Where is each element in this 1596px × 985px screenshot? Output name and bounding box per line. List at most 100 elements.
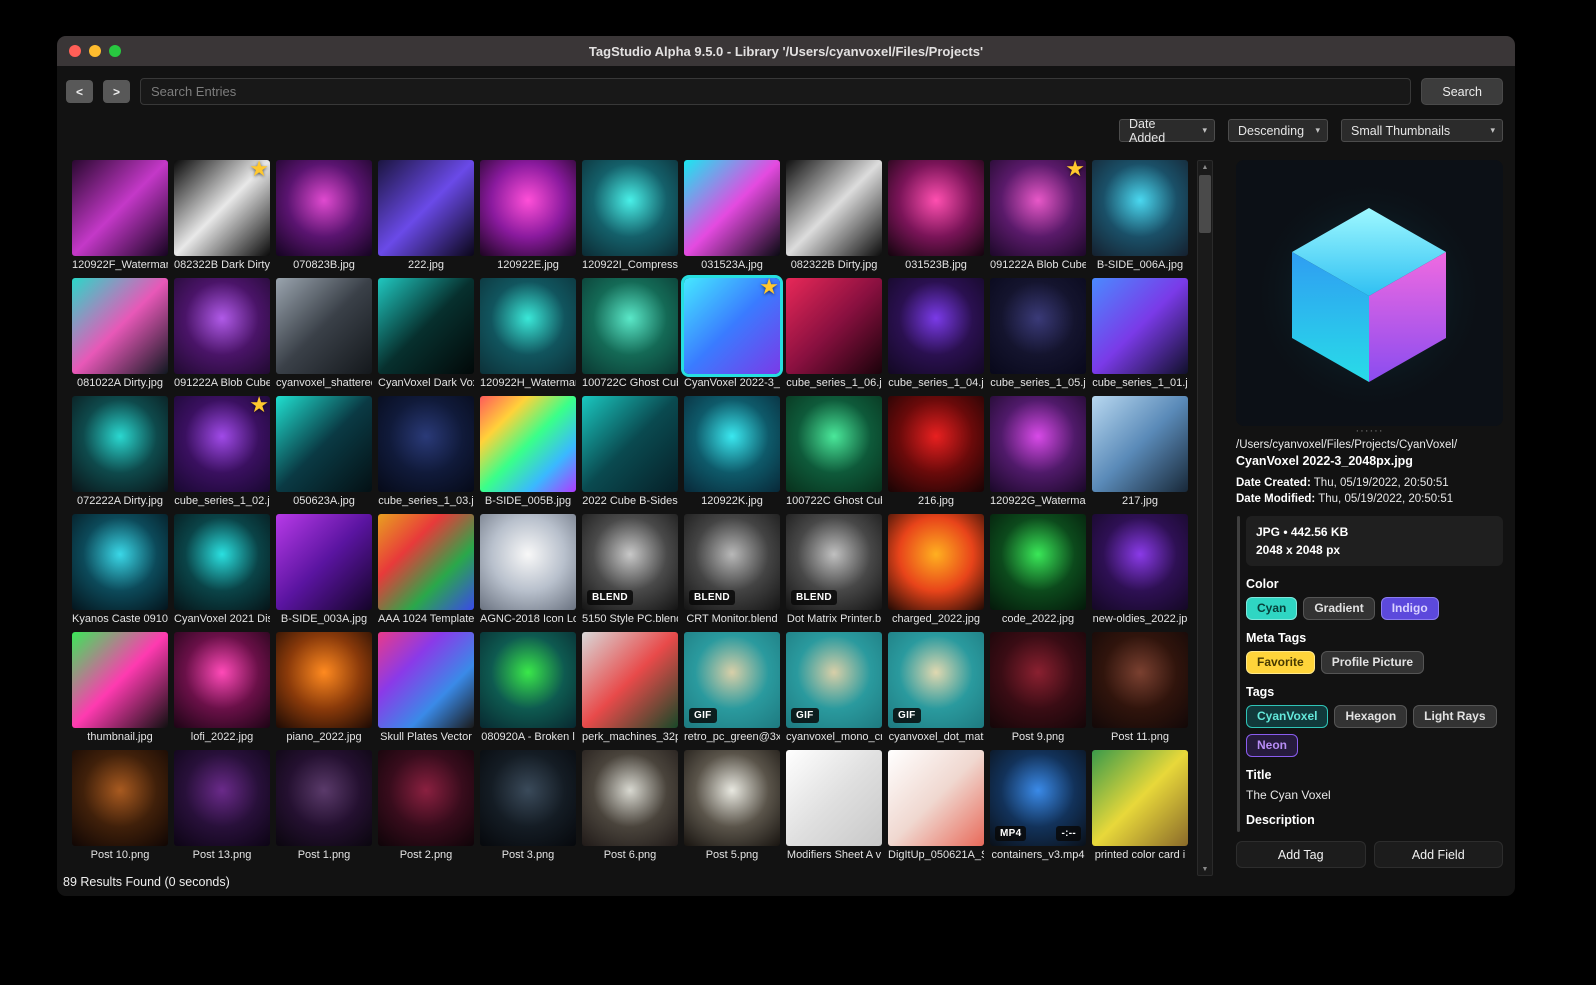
thumbnail-cell[interactable]: Post 1.png (276, 750, 372, 862)
close-window-button[interactable] (69, 45, 81, 57)
thumbnail-cell[interactable]: Post 11.png (1092, 632, 1188, 744)
thumbnail-image[interactable] (378, 160, 474, 256)
search-button[interactable]: Search (1421, 78, 1503, 105)
tag-pill[interactable]: Indigo (1380, 597, 1439, 621)
thumbnail-image[interactable] (1092, 632, 1188, 728)
thumbnail-image[interactable] (276, 396, 372, 492)
thumbnail-image[interactable] (72, 632, 168, 728)
thumbnail-cell[interactable]: GIF cyanvoxel_dot_mat (888, 632, 984, 744)
add-tag-button[interactable]: Add Tag (1236, 841, 1366, 868)
thumbnail-cell[interactable]: 070823B.jpg (276, 160, 372, 272)
panel-resize-handle[interactable]: ······ (1236, 426, 1503, 437)
scrollbar-track[interactable] (1198, 173, 1212, 863)
thumbnail-image[interactable] (276, 514, 372, 610)
fields-scrollbar[interactable] (1237, 516, 1240, 832)
thumbnail-image[interactable] (582, 396, 678, 492)
thumbnail-image[interactable]: ★ (990, 160, 1086, 256)
thumbnail-image[interactable] (1092, 396, 1188, 492)
thumbnail-cell[interactable]: charged_2022.jpg (888, 514, 984, 626)
thumbnail-image[interactable] (378, 396, 474, 492)
thumbnail-image[interactable]: ★ (174, 394, 270, 492)
thumbnail-image[interactable] (276, 278, 372, 374)
search-input[interactable] (140, 78, 1412, 105)
thumbnail-cell[interactable]: ★ 082322B Dark Dirty (174, 160, 270, 272)
thumbnail-image-selected[interactable]: ★ (684, 276, 780, 374)
thumbnail-cell[interactable]: 100722C Ghost Cub (786, 396, 882, 508)
thumbnail-image[interactable] (786, 750, 882, 846)
thumbnail-cell[interactable]: 217.jpg (1092, 396, 1188, 508)
thumbnail-cell[interactable]: 2022 Cube B-Sides (582, 396, 678, 508)
thumbnail-image[interactable] (276, 160, 372, 256)
thumbnail-image[interactable] (480, 160, 576, 256)
thumbnail-image[interactable]: ★ (174, 160, 270, 256)
thumbnail-cell[interactable]: 031523A.jpg (684, 160, 780, 272)
thumbnail-cell[interactable]: Post 3.png (480, 750, 576, 862)
thumbnail-cell[interactable]: BLEND 5150 Style PC.blend (582, 514, 678, 626)
back-button[interactable]: < (66, 80, 93, 103)
thumbnail-image[interactable] (480, 278, 576, 374)
thumbnail-cell[interactable]: CyanVoxel Dark Vox (378, 278, 474, 390)
thumbnail-cell[interactable]: BLEND Dot Matrix Printer.b (786, 514, 882, 626)
thumbnail-cell[interactable]: Kyanos Caste 0910: (72, 514, 168, 626)
thumbnail-cell[interactable]: cube_series_1_03.j (378, 396, 474, 508)
tag-pill[interactable]: Gradient (1303, 597, 1375, 621)
thumbnail-image[interactable] (174, 278, 270, 374)
thumbnail-cell[interactable]: GIF cyanvoxel_mono_cr (786, 632, 882, 744)
add-field-button[interactable]: Add Field (1373, 841, 1503, 868)
thumbnail-cell[interactable]: new-oldies_2022.jp (1092, 514, 1188, 626)
thumbnail-cell[interactable]: 120922E.jpg (480, 160, 576, 272)
thumbnail-image[interactable] (888, 514, 984, 610)
thumbnail-image[interactable] (888, 278, 984, 374)
thumbnail-image[interactable] (1092, 750, 1188, 846)
thumbnail-image[interactable] (582, 278, 678, 374)
thumbnail-cell[interactable]: AAA 1024 Template (378, 514, 474, 626)
thumbnail-image[interactable] (174, 514, 270, 610)
thumbnail-cell[interactable]: cube_series_1_06.j (786, 278, 882, 390)
thumbnail-image[interactable] (888, 160, 984, 256)
thumbnail-cell[interactable]: lofi_2022.jpg (174, 632, 270, 744)
thumbnail-image[interactable] (174, 632, 270, 728)
thumbnail-cell[interactable]: B-SIDE_005B.jpg (480, 396, 576, 508)
thumbnail-image[interactable] (684, 396, 780, 492)
thumbnail-image[interactable] (174, 750, 270, 846)
thumbnail-image[interactable] (1092, 278, 1188, 374)
thumbnail-image[interactable] (276, 632, 372, 728)
thumbnail-cell[interactable]: cube_series_1_05.j (990, 278, 1086, 390)
thumbnail-image[interactable] (378, 278, 474, 374)
thumbnail-image[interactable] (72, 160, 168, 256)
thumbnail-image[interactable]: BLEND (582, 514, 678, 610)
thumbnail-image[interactable] (378, 632, 474, 728)
thumbnail-image[interactable] (378, 750, 474, 846)
thumbnail-cell[interactable]: cube_series_1_04.j (888, 278, 984, 390)
thumbnail-image[interactable]: MP4 -:-- (990, 750, 1086, 846)
scrollbar-thumb[interactable] (1199, 175, 1211, 233)
thumbnail-image[interactable] (582, 632, 678, 728)
tag-pill[interactable]: Neon (1246, 734, 1298, 758)
zoom-window-button[interactable] (109, 45, 121, 57)
thumbnail-cell[interactable]: AGNC-2018 Icon Lo (480, 514, 576, 626)
thumbnail-cell[interactable]: B-SIDE_003A.jpg (276, 514, 372, 626)
thumbnail-cell[interactable]: 081022A Dirty.jpg (72, 278, 168, 390)
thumbnail-cell[interactable]: Skull Plates Vector (378, 632, 474, 744)
thumbnail-cell[interactable]: thumbnail.jpg (72, 632, 168, 744)
thumbnail-image[interactable]: GIF (888, 632, 984, 728)
thumbnail-image[interactable] (990, 514, 1086, 610)
tag-pill[interactable]: Cyan (1246, 597, 1298, 621)
thumbnail-image[interactable] (990, 278, 1086, 374)
thumbnail-cell[interactable]: 120922F_Watermark (72, 160, 168, 272)
thumbnail-cell[interactable]: perk_machines_32p (582, 632, 678, 744)
thumbnail-cell[interactable]: cyanvoxel_shattered (276, 278, 372, 390)
thumbnail-cell[interactable]: BLEND CRT Monitor.blend (684, 514, 780, 626)
thumbnail-image[interactable] (72, 514, 168, 610)
thumbnail-image[interactable] (1092, 514, 1188, 610)
thumbnail-cell[interactable]: Post 5.png (684, 750, 780, 862)
thumbnail-cell[interactable]: 080920A - Broken l (480, 632, 576, 744)
tag-pill[interactable]: Light Rays (1413, 705, 1497, 729)
thumbnail-cell[interactable]: DigItUp_050621A_S (888, 750, 984, 862)
thumbnail-cell[interactable]: ★ CyanVoxel 2022-3_ (684, 276, 780, 390)
thumbnail-cell[interactable]: MP4 -:-- containers_v3.mp4 (990, 750, 1086, 862)
tag-pill[interactable]: Profile Picture (1320, 651, 1425, 675)
thumbnail-cell[interactable]: 072222A Dirty.jpg (72, 396, 168, 508)
thumbnail-image[interactable] (1092, 160, 1188, 256)
thumbnail-cell[interactable]: 050623A.jpg (276, 396, 372, 508)
